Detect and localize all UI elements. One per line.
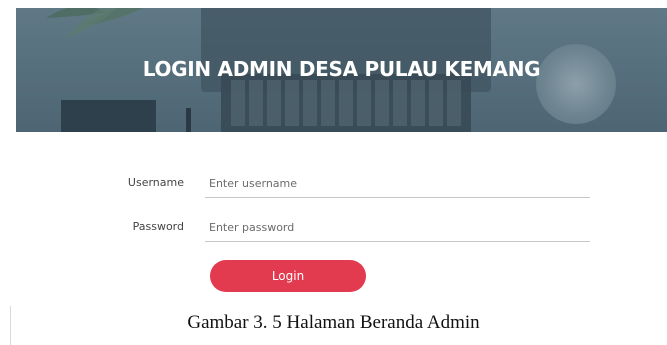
password-label: Password xyxy=(132,220,184,233)
password-input[interactable] xyxy=(205,214,590,242)
header-banner: LOGIN ADMIN DESA PULAU KEMANG xyxy=(16,8,667,132)
username-input[interactable] xyxy=(205,170,590,198)
password-row: Password xyxy=(16,214,667,244)
username-label: Username xyxy=(127,176,184,189)
username-row: Username xyxy=(16,170,667,200)
login-button[interactable]: Login xyxy=(210,260,366,292)
login-form: Username Password Login xyxy=(16,132,667,306)
page-title: LOGIN ADMIN DESA PULAU KEMANG xyxy=(142,57,541,81)
document-page: LOGIN ADMIN DESA PULAU KEMANG Username P… xyxy=(0,0,667,345)
figure-caption: Gambar 3. 5 Halaman Beranda Admin xyxy=(187,312,480,333)
login-screenshot: LOGIN ADMIN DESA PULAU KEMANG Username P… xyxy=(10,8,667,306)
